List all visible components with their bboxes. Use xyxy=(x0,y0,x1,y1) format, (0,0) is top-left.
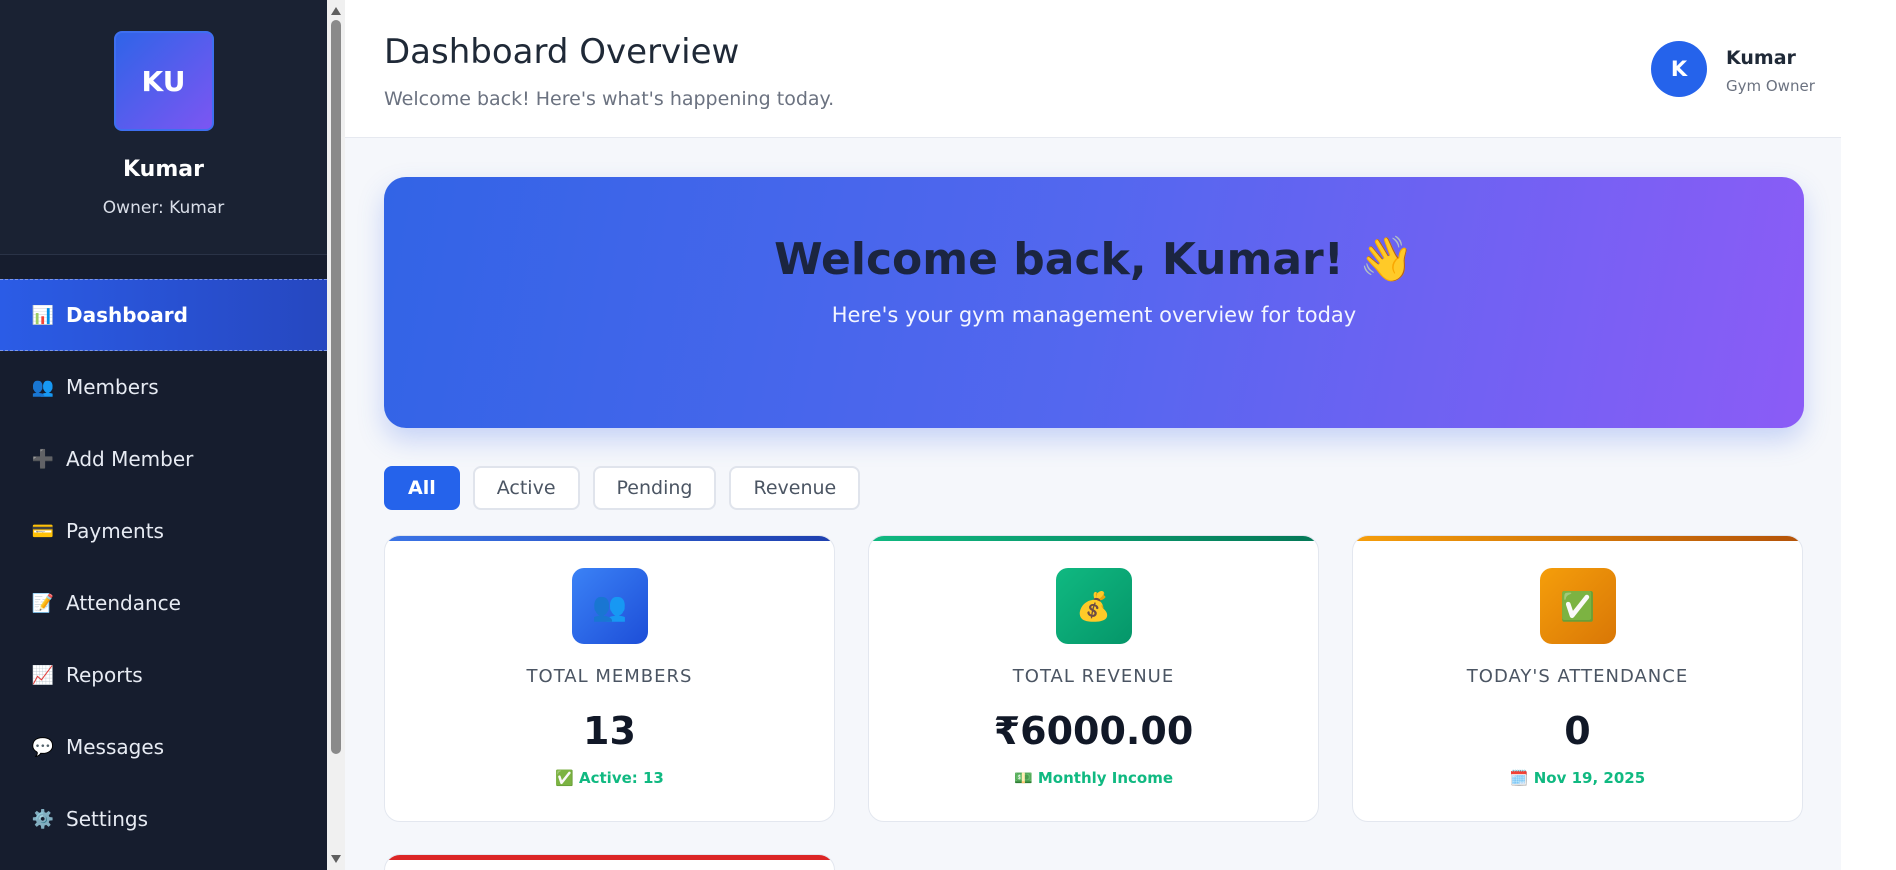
sidebar-owner: Owner: Kumar xyxy=(102,198,225,218)
sidebar-item-label: Add Member xyxy=(66,447,194,471)
page-subtitle: Welcome back! Here's what's happening to… xyxy=(384,88,835,110)
sidebar-item-members[interactable]: 👥 Members xyxy=(0,351,327,423)
sidebar-item-settings[interactable]: ⚙️ Settings xyxy=(0,783,327,855)
filter-active-button[interactable]: Active xyxy=(472,466,580,510)
check-mark-icon: ✅ xyxy=(1539,568,1616,644)
user-avatar[interactable]: K xyxy=(1651,41,1707,97)
dashboard-chart-icon: 📊 xyxy=(31,304,55,326)
filter-pending-button[interactable]: Pending xyxy=(592,466,717,510)
scroll-down-arrow-icon[interactable] xyxy=(331,855,341,863)
welcome-subtitle: Here's your gym management overview for … xyxy=(831,303,1357,327)
members-icon: 👥 xyxy=(571,568,648,644)
sidebar-item-dashboard[interactable]: 📊 Dashboard xyxy=(0,279,327,351)
stat-value: 13 xyxy=(583,709,636,753)
stat-card-attendance: ✅ TODAY'S ATTENDANCE 0 🗓️ Nov 19, 2025 xyxy=(1352,535,1803,822)
stat-label: TODAY'S ATTENDANCE xyxy=(1466,666,1689,687)
sidebar-item-label: Dashboard xyxy=(66,303,188,327)
money-bag-icon: 💰 xyxy=(1055,568,1132,644)
sidebar-item-label: Attendance xyxy=(66,591,181,615)
sidebar-item-add-member[interactable]: ➕ Add Member xyxy=(0,423,327,495)
stat-value: 0 xyxy=(1564,709,1591,753)
trending-chart-icon: 📈 xyxy=(31,664,55,686)
user-role: Gym Owner xyxy=(1726,77,1815,95)
stat-note: 💵 Monthly Income xyxy=(1013,769,1174,787)
stat-card-total-members: 👥 TOTAL MEMBERS 13 ✅ Active: 13 xyxy=(384,535,835,822)
stats-cards: 👥 TOTAL MEMBERS 13 ✅ Active: 13 💰 TOTAL … xyxy=(384,535,1804,822)
page-header: Dashboard Overview Welcome back! Here's … xyxy=(345,0,1841,138)
card-accent-bar xyxy=(385,855,834,860)
sidebar-profile: KU Kumar Owner: Kumar xyxy=(0,0,327,255)
stat-card-partial xyxy=(384,854,835,870)
user-name: Kumar xyxy=(1726,47,1796,69)
credit-card-icon: 💳 xyxy=(31,520,55,542)
filter-tabs: All Active Pending Revenue xyxy=(384,466,861,510)
sidebar-scrollbar[interactable] xyxy=(327,0,345,870)
scroll-up-arrow-icon[interactable] xyxy=(331,7,341,15)
sidebar-item-label: Payments xyxy=(66,519,164,543)
stat-label: TOTAL MEMBERS xyxy=(526,666,693,687)
sidebar-item-payments[interactable]: 💳 Payments xyxy=(0,495,327,567)
filter-all-button[interactable]: All xyxy=(384,466,460,510)
filter-revenue-button[interactable]: Revenue xyxy=(729,466,861,510)
welcome-title: Welcome back, Kumar! 👋 xyxy=(774,234,1414,285)
welcome-banner: Welcome back, Kumar! 👋 Here's your gym m… xyxy=(384,177,1804,428)
avatar: KU xyxy=(113,31,214,131)
sidebar-item-label: Members xyxy=(66,375,159,399)
page-title: Dashboard Overview xyxy=(384,32,740,72)
sidebar-gym-name: Kumar xyxy=(123,157,204,182)
sidebar-item-label: Reports xyxy=(66,663,143,687)
sidebar-item-label: Settings xyxy=(66,807,149,831)
card-accent-bar xyxy=(1353,536,1802,541)
scroll-thumb[interactable] xyxy=(331,20,341,754)
card-accent-bar xyxy=(385,536,834,541)
speech-bubble-icon: 💬 xyxy=(31,736,55,758)
sidebar-item-reports[interactable]: 📈 Reports xyxy=(0,639,327,711)
sidebar-nav: 📊 Dashboard 👥 Members ➕ Add Member 💳 Pay… xyxy=(0,279,327,855)
sidebar: KU Kumar Owner: Kumar 📊 Dashboard 👥 Memb… xyxy=(0,0,327,870)
stat-note: ✅ Active: 13 xyxy=(555,769,664,787)
stat-value: ₹6000.00 xyxy=(993,709,1194,753)
stat-note: 🗓️ Nov 19, 2025 xyxy=(1509,769,1646,787)
sidebar-item-label: Messages xyxy=(66,735,165,759)
stat-label: TOTAL REVENUE xyxy=(1012,666,1175,687)
card-accent-bar xyxy=(869,536,1318,541)
page-margin xyxy=(1841,0,1896,870)
sidebar-item-attendance[interactable]: 📝 Attendance xyxy=(0,567,327,639)
sidebar-item-messages[interactable]: 💬 Messages xyxy=(0,711,327,783)
members-icon: 👥 xyxy=(31,376,55,398)
memo-icon: 📝 xyxy=(31,592,55,614)
gear-icon: ⚙️ xyxy=(31,808,55,830)
stat-card-total-revenue: 💰 TOTAL REVENUE ₹6000.00 💵 Monthly Incom… xyxy=(868,535,1319,822)
plus-icon: ➕ xyxy=(31,448,55,470)
main-content: Dashboard Overview Welcome back! Here's … xyxy=(345,0,1841,870)
